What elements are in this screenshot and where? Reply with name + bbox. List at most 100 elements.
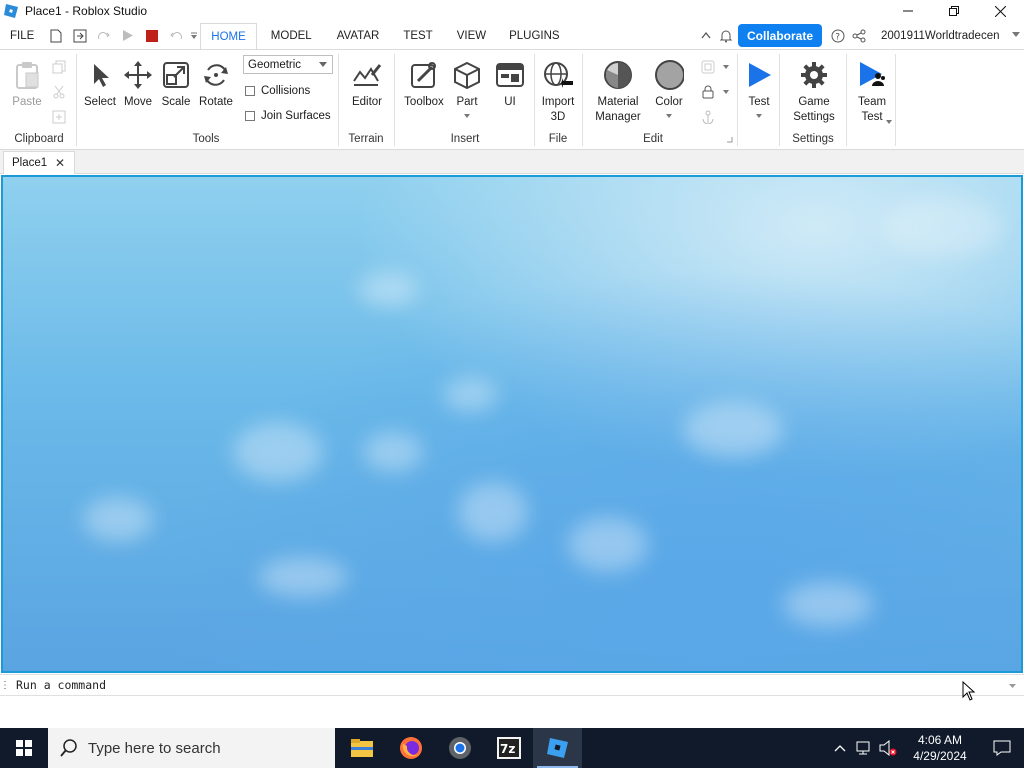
mouse-cursor-icon bbox=[962, 681, 976, 701]
restore-button[interactable] bbox=[931, 0, 977, 22]
group-label-terrain: Terrain bbox=[348, 133, 384, 145]
taskbar-roblox-studio[interactable] bbox=[533, 728, 582, 768]
toolbox-button[interactable]: Toolbox bbox=[401, 60, 447, 110]
expand-group-icon[interactable] bbox=[727, 137, 733, 143]
volume-button[interactable] bbox=[876, 728, 900, 768]
sky-cloud bbox=[443, 377, 498, 412]
material-sphere-icon bbox=[603, 60, 633, 90]
tab-test[interactable]: TEST bbox=[390, 22, 445, 49]
sky-cloud bbox=[233, 422, 323, 482]
tab-view[interactable]: VIEW bbox=[446, 22, 497, 49]
paste-button[interactable]: Paste bbox=[10, 60, 44, 110]
chevron-down-icon[interactable] bbox=[464, 114, 470, 118]
sky-cloud bbox=[358, 272, 418, 307]
network-button[interactable] bbox=[852, 728, 876, 768]
document-tabs: Place1 ✕ bbox=[0, 150, 1024, 174]
sky-cloud bbox=[883, 197, 1003, 257]
rotate-tool-button[interactable]: Rotate bbox=[198, 60, 234, 110]
group-label-clipboard: Clipboard bbox=[14, 133, 64, 145]
doc-tab-place1[interactable]: Place1 ✕ bbox=[3, 151, 75, 174]
import-3d-button[interactable]: Import 3D bbox=[538, 60, 578, 125]
game-settings-button[interactable]: Game Settings bbox=[788, 60, 840, 125]
drag-handle-icon[interactable]: ⋮ bbox=[0, 680, 10, 691]
clock-time: 4:06 AM bbox=[917, 733, 963, 747]
3d-viewport[interactable] bbox=[1, 175, 1023, 673]
group-label-file: File bbox=[548, 133, 568, 145]
chevron-down-icon[interactable] bbox=[723, 65, 729, 69]
svg-text:7z: 7z bbox=[500, 742, 515, 756]
redo-button[interactable] bbox=[92, 22, 116, 49]
new-file-icon bbox=[50, 29, 62, 42]
tab-avatar[interactable]: AVATAR bbox=[326, 22, 391, 49]
copy-icon[interactable] bbox=[51, 59, 67, 75]
taskbar-chrome[interactable] bbox=[435, 728, 484, 768]
group-icon[interactable] bbox=[700, 59, 716, 75]
publish-button[interactable] bbox=[68, 22, 92, 49]
collisions-toggle[interactable]: Collisions bbox=[245, 85, 310, 97]
cut-icon[interactable] bbox=[51, 84, 67, 100]
join-surfaces-checkbox[interactable] bbox=[245, 111, 255, 121]
chevron-down-icon[interactable] bbox=[756, 114, 762, 118]
sky-cloud bbox=[458, 482, 528, 542]
quick-access-dropdown[interactable] bbox=[188, 22, 200, 49]
ui-button[interactable]: UI bbox=[494, 60, 526, 110]
taskbar-clock[interactable]: 4:06 AM 4/29/2024 bbox=[900, 732, 980, 764]
select-tool-button[interactable]: Select bbox=[84, 60, 116, 110]
system-tray: 4:06 AM 4/29/2024 bbox=[828, 728, 1024, 768]
group-label-tools: Tools bbox=[192, 133, 220, 145]
start-button[interactable] bbox=[0, 728, 48, 768]
taskbar-7zip[interactable]: 7z bbox=[484, 728, 533, 768]
chevron-down-icon[interactable] bbox=[1009, 684, 1016, 689]
play-icon bbox=[123, 30, 134, 41]
group-label-insert: Insert bbox=[450, 133, 480, 145]
tab-model[interactable]: MODEL bbox=[257, 22, 326, 49]
chevron-down-icon[interactable] bbox=[666, 114, 672, 118]
command-input[interactable]: Run a command bbox=[16, 678, 106, 692]
team-test-button[interactable]: Team Test bbox=[852, 60, 892, 125]
part-button[interactable]: Part bbox=[451, 60, 483, 118]
material-manager-button[interactable]: Material Manager bbox=[592, 60, 644, 125]
scale-tool-button[interactable]: Scale bbox=[160, 60, 192, 110]
collaborate-button[interactable]: Collaborate bbox=[738, 24, 822, 47]
tab-file[interactable]: FILE bbox=[0, 22, 44, 49]
ui-window-icon bbox=[495, 60, 525, 90]
chevron-down-icon[interactable] bbox=[1012, 32, 1020, 38]
close-tab-icon[interactable]: ✕ bbox=[55, 156, 65, 170]
tab-plugins[interactable]: PLUGINS bbox=[497, 22, 572, 49]
taskbar-firefox[interactable] bbox=[386, 728, 435, 768]
svg-text:?: ? bbox=[835, 32, 840, 42]
terrain-editor-icon bbox=[352, 60, 382, 90]
taskbar-search[interactable]: Type here to search bbox=[48, 728, 335, 768]
redo-icon bbox=[98, 31, 111, 39]
lock-icon[interactable] bbox=[700, 84, 716, 100]
move-tool-button[interactable]: Move bbox=[122, 60, 154, 110]
notification-center-button[interactable] bbox=[980, 728, 1024, 768]
collisions-checkbox[interactable] bbox=[245, 86, 255, 96]
roblox-studio-icon bbox=[546, 738, 568, 758]
new-file-button[interactable] bbox=[44, 22, 68, 49]
duplicate-icon[interactable] bbox=[51, 109, 67, 125]
terrain-editor-button[interactable]: Editor bbox=[347, 60, 387, 110]
chevron-down-icon[interactable] bbox=[886, 120, 892, 124]
tab-home[interactable]: HOME bbox=[200, 23, 257, 50]
show-hidden-icons-button[interactable] bbox=[828, 728, 852, 768]
stop-button[interactable] bbox=[140, 22, 164, 49]
scale-icon bbox=[161, 60, 191, 90]
taskbar-file-explorer[interactable] bbox=[337, 728, 386, 768]
bell-icon bbox=[719, 30, 733, 42]
test-button[interactable]: Test bbox=[742, 60, 776, 118]
ribbon-separator bbox=[338, 54, 339, 146]
chevron-down-icon[interactable] bbox=[723, 90, 729, 94]
minimize-button[interactable] bbox=[885, 0, 931, 22]
close-window-button[interactable] bbox=[977, 0, 1023, 22]
join-surfaces-toggle[interactable]: Join Surfaces bbox=[245, 110, 331, 122]
notifications-button[interactable] bbox=[714, 22, 738, 49]
user-account-button[interactable]: 2001911Worldtradecen bbox=[881, 22, 1000, 49]
transform-mode-dropdown[interactable]: Geometric bbox=[243, 55, 333, 74]
color-button[interactable]: Color bbox=[651, 60, 687, 118]
play-button[interactable] bbox=[116, 22, 140, 49]
ribbon-separator bbox=[737, 54, 738, 146]
share-button[interactable] bbox=[847, 22, 871, 49]
undo-button[interactable] bbox=[164, 22, 188, 49]
anchor-icon[interactable] bbox=[700, 109, 716, 125]
